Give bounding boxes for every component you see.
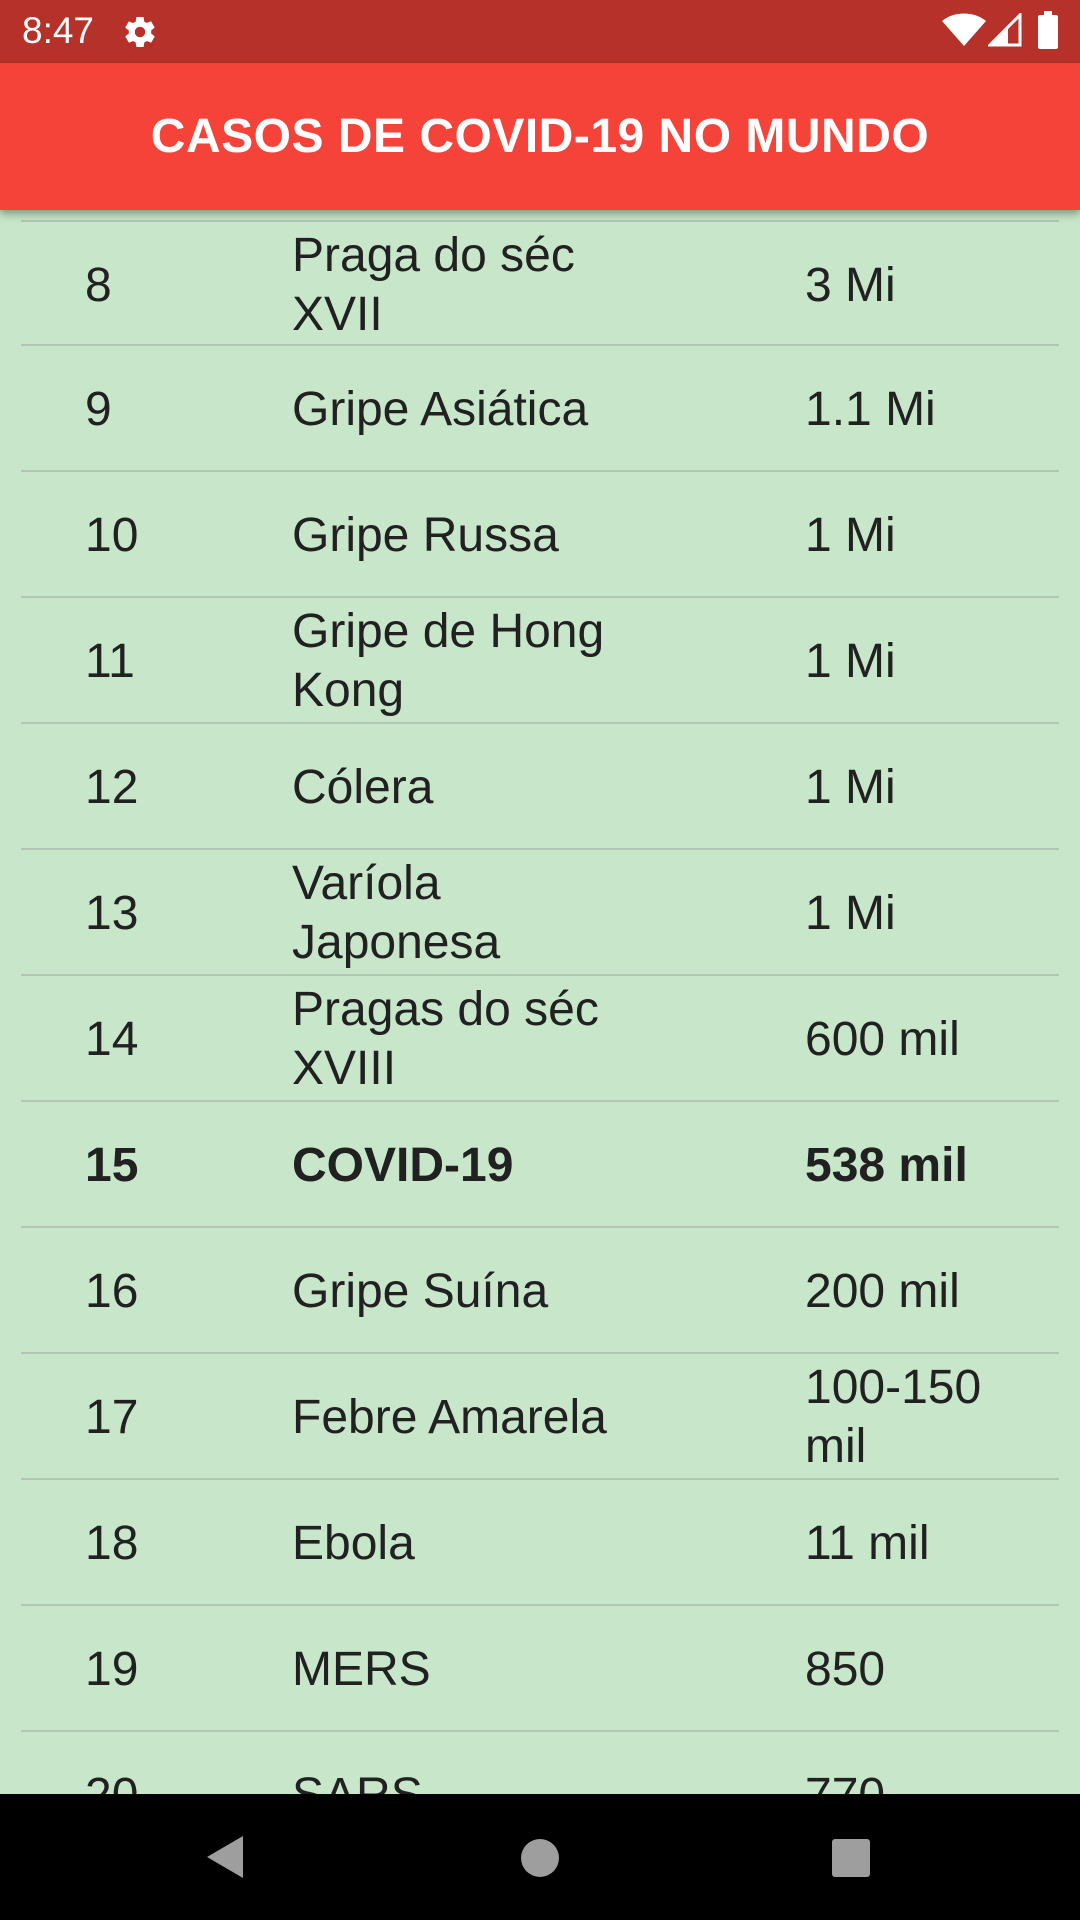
table-row: 10 Gripe Russa 1 Mi	[21, 472, 1059, 598]
row-name: Febre Amarela	[292, 1390, 607, 1444]
row-rank: 17	[85, 1390, 139, 1444]
row-rank: 18	[85, 1516, 139, 1570]
row-rank: 19	[85, 1642, 139, 1696]
row-name: Gripe Suína	[292, 1264, 549, 1318]
row-value: 1 Mi	[805, 634, 896, 688]
table-row: 15 COVID-19 538 mil	[21, 1102, 1059, 1228]
table-row: 13 Varíola Japonesa 1 Mi	[21, 850, 1059, 976]
home-icon[interactable]	[520, 1838, 560, 1878]
table-row: 20SARS 770	[21, 1732, 1059, 1795]
row-name: Varíola Japonesa	[292, 857, 501, 969]
row-value: 538 mil	[805, 1138, 968, 1192]
row-name: Ebola	[292, 1516, 415, 1570]
row-rank: 14	[85, 1012, 139, 1066]
row-rank: 8	[85, 258, 112, 312]
back-icon[interactable]	[205, 1834, 245, 1880]
row-rank: 12	[85, 760, 139, 814]
ranking-table: 8 Praga do séc XVII 3 Mi 9 Gripe Asiática 1.1…	[21, 220, 1059, 1794]
row-rank: 16	[85, 1264, 139, 1318]
row-value: 200 mil	[805, 1264, 960, 1318]
table-row: 11 Gripe de Hong Kong 1 Mi	[21, 598, 1059, 724]
gear-icon	[125, 17, 155, 48]
signal-icon	[988, 13, 1022, 47]
row-rank: 20	[85, 1732, 285, 1795]
row-value: 850	[805, 1642, 886, 1696]
status-time: 8:47	[22, 10, 95, 51]
table-scroll-area[interactable]: 8 Praga do séc XVII 3 Mi 9 Gripe Asiática 1.1…	[0, 210, 1080, 1794]
row-rank: 13	[85, 886, 139, 940]
status-bar: 8:47	[0, 0, 1080, 63]
table-row: 17 Febre Amarela 100-150 mil	[21, 1354, 1059, 1480]
table-row: 19 MERS 850	[21, 1606, 1059, 1732]
navigation-bar	[0, 1794, 1080, 1920]
row-rank: 10	[85, 508, 139, 562]
row-name: Gripe Asiática	[292, 382, 589, 436]
app-bar: CASOS DE COVID-19 NO MUNDO	[0, 63, 1080, 210]
page-title: CASOS DE COVID-19 NO MUNDO	[150, 110, 930, 163]
table-row: 9 Gripe Asiática 1.1 Mi	[21, 346, 1059, 472]
table-row: 18 Ebola 11 mil	[21, 1480, 1059, 1606]
recents-icon[interactable]	[831, 1838, 871, 1878]
row-name: MERS	[292, 1642, 431, 1696]
row-value: 1 Mi	[805, 508, 896, 562]
row-name: Pragas do séc XVIII	[292, 983, 599, 1095]
table-row: 14 Pragas do séc XVIII 600 mil	[21, 976, 1059, 1102]
row-value: 600 mil	[805, 1012, 960, 1066]
row-rank: 11	[85, 634, 135, 688]
table-row: 12 Cólera 1 Mi	[21, 724, 1059, 850]
table-row: 8 Praga do séc XVII 3 Mi	[21, 220, 1059, 346]
row-name: COVID-19	[292, 1138, 514, 1192]
row-value: 1.1 Mi	[805, 382, 936, 436]
table-row: 16 Gripe Suína 200 mil	[21, 1228, 1059, 1354]
row-value: 100-150 mil	[805, 1361, 982, 1473]
row-value: 770	[805, 1732, 1035, 1795]
row-value: 11 mil	[805, 1516, 930, 1570]
battery-icon	[1038, 11, 1058, 49]
row-value: 3 Mi	[805, 258, 896, 312]
row-value: 1 Mi	[805, 760, 896, 814]
row-rank: 15	[85, 1138, 139, 1192]
row-name: Praga do séc XVII	[292, 229, 575, 341]
row-rank: 9	[85, 382, 112, 436]
row-value: 1 Mi	[805, 886, 896, 940]
row-name: Cólera	[292, 760, 434, 814]
row-name: Gripe de Hong Kong	[292, 605, 605, 717]
wifi-icon	[942, 13, 986, 46]
row-name: SARS	[292, 1732, 652, 1795]
row-name: Gripe Russa	[292, 508, 559, 562]
